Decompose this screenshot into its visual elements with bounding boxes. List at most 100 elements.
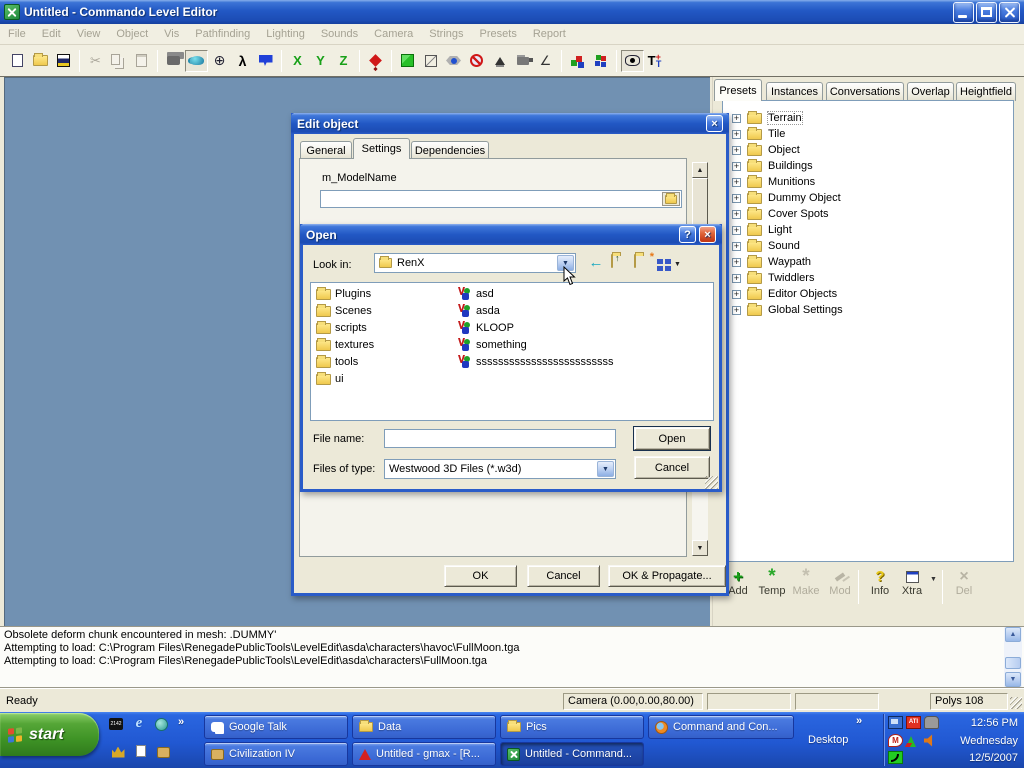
expand-icon[interactable]: + (732, 258, 741, 267)
tree-item-global-settings[interactable]: +Global Settings (724, 302, 1010, 318)
tab-settings[interactable]: Settings (353, 138, 410, 159)
task-command-and-conquer[interactable]: Command and Con... (648, 715, 794, 739)
polygon-tool-button[interactable]: ∠ (534, 50, 557, 72)
new-folder-button[interactable]: * (634, 255, 654, 273)
desktop-band-chevron[interactable]: » (856, 715, 862, 727)
wireless-tray-icon[interactable] (888, 751, 903, 764)
tree-item-waypath[interactable]: +Waypath (724, 254, 1010, 270)
expand-icon[interactable]: + (732, 146, 741, 155)
look-in-combobox[interactable]: RenX ▼ (374, 253, 576, 273)
start-button[interactable]: start (0, 713, 99, 756)
save-button[interactable] (52, 50, 75, 72)
expand-icon[interactable]: + (732, 194, 741, 203)
ok-button[interactable]: OK (444, 565, 517, 587)
files-of-type-dropdown-button[interactable]: ▼ (597, 461, 614, 477)
show-names-button[interactable] (621, 50, 644, 72)
drop-to-ground-button[interactable] (364, 50, 387, 72)
scroll-down-button[interactable]: ▼ (692, 540, 708, 556)
open-dialog-resize-grip[interactable] (705, 476, 718, 489)
menu-file[interactable]: File (0, 25, 34, 43)
open-dialog-titlebar[interactable]: Open ? × (300, 224, 722, 245)
desktop-band-label[interactable]: Desktop (808, 734, 848, 746)
tree-item-buildings[interactable]: +Buildings (724, 158, 1010, 174)
vis-disable-button[interactable] (465, 50, 488, 72)
network-tray-icon[interactable] (888, 716, 903, 729)
menu-vis[interactable]: Vis (156, 25, 187, 43)
copy-button[interactable] (107, 50, 130, 72)
tree-item-sound[interactable]: +Sound (724, 238, 1010, 254)
xtra-button[interactable]: Xtra (896, 568, 928, 597)
gmail-tray-icon[interactable]: M (888, 734, 903, 747)
tab-overlap[interactable]: Overlap (907, 82, 954, 101)
vis-point-button[interactable] (442, 50, 465, 72)
camera-path-button[interactable] (511, 50, 534, 72)
help-button[interactable]: ? (679, 226, 696, 243)
menu-sounds[interactable]: Sounds (313, 25, 366, 43)
task-pics[interactable]: Pics (500, 715, 644, 739)
tree-item-terrain[interactable]: +Terrain (724, 110, 1010, 126)
quicklaunch-game1[interactable] (110, 744, 126, 760)
expand-icon[interactable]: + (732, 130, 741, 139)
tree-item-munitions[interactable]: +Munitions (724, 174, 1010, 190)
cancel-button[interactable]: Cancel (527, 565, 600, 587)
axis-z-button[interactable]: Z (332, 50, 355, 72)
expand-icon[interactable]: + (732, 242, 741, 251)
volume-tray-icon[interactable] (924, 734, 939, 747)
tab-presets[interactable]: Presets (714, 79, 762, 101)
maximize-button[interactable] (976, 2, 997, 23)
quicklaunch-overflow-chevron[interactable]: » (178, 716, 184, 728)
file-item-asda[interactable]: asda (458, 304, 500, 317)
open-button[interactable] (29, 50, 52, 72)
quicklaunch-civ[interactable] (155, 744, 171, 760)
menu-camera[interactable]: Camera (366, 25, 421, 43)
expand-icon[interactable]: + (732, 226, 741, 235)
cut-button[interactable]: ✂ (84, 50, 107, 72)
movie-camera-button[interactable] (162, 50, 185, 72)
xtra-dropdown[interactable]: ▼ (930, 576, 937, 583)
tree-item-editor-objects[interactable]: +Editor Objects (724, 286, 1010, 302)
new-button[interactable] (6, 50, 29, 72)
ungroup-objects-button[interactable] (589, 50, 612, 72)
edit-object-titlebar[interactable]: Edit object × (291, 113, 729, 134)
scrollbar-thumb[interactable] (1005, 657, 1021, 669)
model-name-input[interactable] (320, 190, 682, 208)
temp-preset-button[interactable]: *Temp (756, 568, 788, 597)
menu-object[interactable]: Object (108, 25, 156, 43)
quicklaunch-game2[interactable] (133, 743, 149, 759)
tree-item-object[interactable]: +Object (724, 142, 1010, 158)
menu-edit[interactable]: Edit (34, 25, 69, 43)
tab-dependencies[interactable]: Dependencies (411, 141, 489, 159)
scroll-up-button[interactable]: ▲ (1005, 627, 1021, 642)
ati-tray-icon[interactable]: ATI (906, 716, 921, 729)
tab-instances[interactable]: Instances (766, 82, 823, 101)
tree-item-twiddlers[interactable]: +Twiddlers (724, 270, 1010, 286)
menu-presets[interactable]: Presets (472, 25, 525, 43)
task-civilization-iv[interactable]: Civilization IV (204, 742, 348, 766)
minimize-button[interactable] (953, 2, 974, 23)
scroll-down-button[interactable]: ▼ (1005, 672, 1021, 687)
tab-general[interactable]: General (300, 141, 352, 159)
walkthrough-button[interactable]: λ (231, 50, 254, 72)
file-item-s[interactable]: sssssssssssssssssssssssss (458, 355, 614, 368)
ati-tool-tray-icon[interactable] (906, 734, 921, 747)
task-data[interactable]: Data (352, 715, 496, 739)
solid-cube-button[interactable] (396, 50, 419, 72)
open-cancel-button[interactable]: Cancel (634, 456, 710, 479)
tab-conversations[interactable]: Conversations (826, 82, 904, 101)
scroll-up-button[interactable]: ▲ (692, 162, 708, 178)
menu-lighting[interactable]: Lighting (258, 25, 313, 43)
edit-object-close-button[interactable]: × (706, 115, 723, 132)
expand-icon[interactable]: + (732, 210, 741, 219)
vis-sample-button[interactable] (488, 50, 511, 72)
folder-item-ui[interactable]: ui (316, 373, 344, 385)
folder-item-textures[interactable]: textures (316, 339, 374, 351)
group-objects-button[interactable] (566, 50, 589, 72)
teapot-render-button[interactable] (185, 50, 208, 72)
expand-icon[interactable]: + (732, 162, 741, 171)
axis-x-button[interactable]: X (286, 50, 309, 72)
tree-item-tile[interactable]: +Tile (724, 126, 1010, 142)
task-gmax[interactable]: Untitled - gmax - [R... (352, 742, 496, 766)
task-commando-editor[interactable]: Untitled - Command... (500, 742, 644, 766)
expand-icon[interactable]: + (732, 178, 741, 187)
menu-view[interactable]: View (69, 25, 109, 43)
